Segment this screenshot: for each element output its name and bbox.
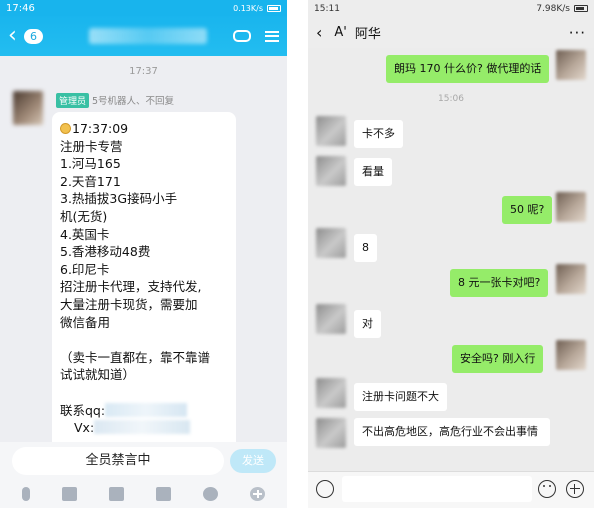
back-icon[interactable]: ‹ <box>316 23 322 42</box>
contact-avatar[interactable] <box>316 378 346 408</box>
chat-header: ‹ 6 <box>0 16 287 56</box>
status-time: 15:11 <box>314 3 340 14</box>
message-bubble[interactable]: 17:37:09 注册卡专营 1.河马165 2.天音171 3.热插拔3G接码… <box>52 112 236 442</box>
screenshot-pair: 17:46 0.13K/s ‹ 6 17:37 管理员 5号机器人、不回复 17… <box>0 0 594 508</box>
self-avatar[interactable] <box>556 340 586 370</box>
message-line: （卖卡一直都在，靠不靠谱 <box>60 349 211 365</box>
plus-icon[interactable] <box>250 487 265 501</box>
contact-avatar[interactable] <box>316 228 346 258</box>
red-packet-icon[interactable] <box>156 487 171 501</box>
sent-message[interactable]: 朗玛 170 什么价? 做代理的话 <box>386 55 550 83</box>
send-button[interactable]: 发送 <box>230 449 276 473</box>
message-line <box>60 384 228 402</box>
message-line: 大量注册卡现货，需要加 <box>60 296 198 312</box>
blurred-qq-number <box>105 402 188 417</box>
contact-avatar[interactable] <box>316 116 346 146</box>
blurred-vx-id <box>94 420 191 435</box>
input-toolbar <box>0 480 287 508</box>
network-speed: 7.98K/s <box>536 3 570 14</box>
message-line: 3.热插拔3G接码小手 <box>60 191 178 207</box>
network-speed: 0.13K/s <box>233 3 263 13</box>
self-avatar[interactable] <box>556 192 586 222</box>
received-message[interactable]: 8 <box>354 234 377 262</box>
plus-icon[interactable] <box>566 480 584 498</box>
camera-icon[interactable] <box>109 487 124 501</box>
menu-icon[interactable] <box>265 30 279 42</box>
message-line: 招注册卡代理，支持代发, <box>60 279 202 295</box>
avatar[interactable] <box>13 91 43 125</box>
message-line: 1.河马165 <box>60 156 121 172</box>
sent-message[interactable]: 50 呢? <box>502 196 553 224</box>
message-line: 6.印尼卡 <box>60 261 110 277</box>
message-line: 2.天音171 <box>60 173 121 189</box>
self-avatar[interactable] <box>556 50 586 80</box>
message-line: 注册卡专营 <box>60 138 123 154</box>
voice-icon[interactable] <box>316 480 334 498</box>
admin-tag: 管理员 <box>56 93 90 108</box>
mic-icon[interactable] <box>22 487 30 501</box>
received-message[interactable]: 看量 <box>354 158 392 186</box>
unread-badge[interactable]: 6 <box>24 28 43 44</box>
more-icon[interactable]: ··· <box>569 24 586 42</box>
timestamp: 15:06 <box>438 94 464 104</box>
received-message[interactable]: 注册卡问题不大 <box>354 383 447 411</box>
status-time: 17:46 <box>6 2 35 14</box>
emoji-face-icon <box>60 123 71 134</box>
message-line: 试试就知道） <box>60 367 136 383</box>
emoji-icon[interactable] <box>203 487 218 501</box>
sent-message[interactable]: 8 元一张卡对吧? <box>450 269 549 297</box>
message-line: 5.香港移动48费 <box>60 244 151 260</box>
muted-input-field[interactable]: 全员禁言中 <box>12 447 224 475</box>
message-line: 17:37:09 <box>72 121 129 136</box>
group-title-blurred <box>89 28 207 44</box>
emoji-icon[interactable] <box>538 480 556 498</box>
message-line: 微信备用 <box>60 314 111 330</box>
game-icon[interactable] <box>233 30 251 42</box>
sender-name: 5号机器人、不回复 <box>92 96 175 107</box>
battery-icon <box>267 4 281 12</box>
back-icon[interactable]: ‹ <box>8 25 22 47</box>
contact-avatar[interactable] <box>316 156 346 186</box>
chat-header: ‹ A' 阿华 ··· <box>308 17 594 48</box>
contact-avatar[interactable] <box>316 418 346 448</box>
sent-message[interactable]: 安全吗? 刚入行 <box>452 345 544 373</box>
time-divider: 17:37 <box>129 66 158 77</box>
status-bar: 15:11 7.98K/s <box>308 0 594 17</box>
contact-name: 阿华 <box>354 27 381 42</box>
message-line: 4.英国卡 <box>60 226 110 242</box>
contact-vx-label: Vx: <box>74 420 95 436</box>
qq-group-chat-screen: 17:46 0.13K/s ‹ 6 17:37 管理员 5号机器人、不回复 17… <box>0 0 287 508</box>
contact-qq-label: 联系qq: <box>60 402 106 418</box>
message-input[interactable] <box>342 476 532 502</box>
wechat-chat-screen: 15:11 7.98K/s ‹ A' 阿华 ··· 朗玛 170 什么价? 做代… <box>308 0 594 508</box>
received-message[interactable]: 对 <box>354 310 381 338</box>
received-message[interactable]: 卡不多 <box>354 120 403 148</box>
message-line <box>60 331 228 349</box>
message-line: 机(无货) <box>60 208 108 224</box>
self-avatar[interactable] <box>556 264 586 294</box>
battery-icon <box>574 5 588 12</box>
contact-avatar[interactable] <box>316 304 346 334</box>
image-icon[interactable] <box>62 487 77 501</box>
contact-prefix: A' <box>334 25 347 40</box>
status-bar: 17:46 0.13K/s <box>0 0 287 16</box>
received-message[interactable]: 不出高危地区，高危行业不会出事情 <box>354 418 550 446</box>
